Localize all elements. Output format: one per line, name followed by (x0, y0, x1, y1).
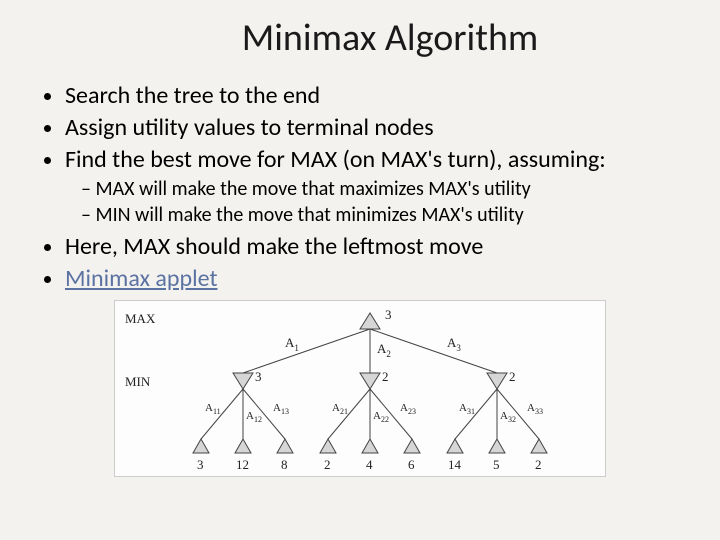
bullet-item: Here, MAX should make the leftmost move (65, 232, 695, 262)
action-a33: A33 (527, 402, 543, 416)
leaf-7: 14 (447, 439, 463, 472)
leaf-6: 6 (404, 439, 420, 472)
action-a13: A13 (273, 402, 289, 416)
leaf-9: 2 (531, 439, 547, 472)
leaf-2: 12 (235, 439, 251, 472)
leaf-4: 2 (320, 439, 336, 472)
bullet-item: Find the best move for MAX (on MAX's tur… (65, 145, 695, 175)
svg-text:2: 2 (382, 369, 389, 384)
action-a2: A2 (377, 341, 391, 359)
bullet-list: Search the tree to the end Assign utilit… (45, 81, 695, 294)
svg-text:6: 6 (408, 457, 415, 472)
page-title: Minimax Algorithm (25, 15, 695, 61)
action-a31: A31 (459, 402, 475, 416)
svg-text:4: 4 (366, 457, 373, 472)
sub-bullet-list: MAX will make the move that maximizes MA… (81, 177, 695, 228)
min-node-3: 2 (487, 369, 516, 389)
svg-text:3: 3 (197, 457, 204, 472)
svg-text:14: 14 (448, 457, 462, 472)
leaf-1: 3 (193, 439, 209, 472)
svg-text:8: 8 (281, 457, 288, 472)
action-a23: A23 (400, 402, 416, 416)
action-a32: A32 (500, 410, 516, 424)
bullet-item: Assign utility values to terminal nodes (65, 113, 695, 143)
action-a21: A21 (332, 402, 348, 416)
slide: Minimax Algorithm Search the tree to the… (0, 0, 720, 540)
root-node: 3 (360, 307, 392, 329)
leaf-3: 8 (277, 439, 293, 472)
sub-bullet-item: MIN will make the move that minimizes MA… (81, 203, 695, 228)
action-a12: A12 (246, 410, 262, 424)
svg-text:3: 3 (255, 369, 262, 384)
row-label-max: MAX (125, 311, 156, 326)
svg-text:2: 2 (324, 457, 331, 472)
svg-text:3: 3 (385, 307, 392, 322)
bullet-item: Search the tree to the end (65, 81, 695, 111)
svg-text:5: 5 (493, 457, 500, 472)
minimax-applet-link[interactable]: Minimax applet (65, 264, 217, 293)
tree-diagram: MAX MIN 3 A1 A2 A3 3 2 (25, 300, 695, 482)
svg-text:2: 2 (509, 369, 516, 384)
svg-text:12: 12 (236, 457, 249, 472)
action-a1: A1 (285, 335, 299, 353)
svg-text:2: 2 (535, 457, 542, 472)
leaf-8: 5 (489, 439, 505, 472)
action-a22: A22 (373, 410, 389, 424)
action-a3: A3 (447, 335, 461, 353)
row-label-min: MIN (125, 374, 151, 389)
leaf-5: 4 (362, 439, 378, 472)
sub-bullet-item: MAX will make the move that maximizes MA… (81, 177, 695, 202)
bullet-item: Minimax applet (65, 264, 695, 294)
action-a11: A11 (205, 402, 221, 416)
minimax-tree-svg: MAX MIN 3 A1 A2 A3 3 2 (114, 300, 606, 477)
min-node-2: 2 (360, 369, 389, 389)
